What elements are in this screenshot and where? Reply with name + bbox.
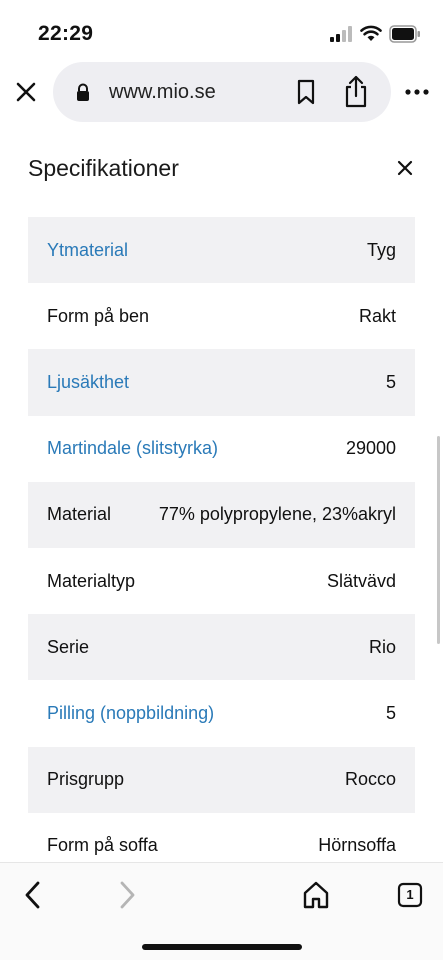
bottom-toolbar: 1: [0, 862, 443, 960]
browser-toolbar: www.mio.se: [0, 60, 443, 126]
status-time: 22:29: [38, 22, 94, 45]
battery-icon: [389, 25, 420, 43]
spec-row-martindale: Martindale (slitstyrka) 29000: [28, 416, 415, 482]
spec-label: Material: [47, 504, 112, 525]
spec-row-serie: Serie Rio: [28, 614, 415, 681]
url-text: www.mio.se: [109, 81, 216, 103]
home-icon[interactable]: [302, 880, 330, 910]
spec-value: 5: [385, 371, 396, 392]
spec-value: 77% polypropylene, 23%akryl: [158, 504, 396, 525]
spec-row-pilling: Pilling (noppbildning) 5: [28, 680, 415, 746]
close-icon[interactable]: [12, 78, 40, 106]
spec-label[interactable]: Pilling (noppbildning): [47, 703, 214, 724]
spec-value: 29000: [345, 438, 396, 459]
more-icon[interactable]: [404, 88, 430, 96]
bookmark-icon[interactable]: [295, 79, 317, 105]
spec-value: 5: [385, 702, 396, 723]
spec-label: Materialtyp: [47, 570, 136, 591]
spec-label: Form på ben: [47, 305, 150, 326]
status-bar: 22:29: [0, 0, 443, 60]
tabs-icon[interactable]: 1: [397, 882, 423, 908]
wifi-icon: [360, 25, 382, 41]
spec-label: Prisgrupp: [47, 769, 125, 790]
spec-value: Hörnsoffa: [318, 835, 396, 856]
spec-row-material: Material 77% polypropylene, 23%akryl: [28, 481, 415, 548]
spec-row-prisgrupp: Prisgrupp Rocco: [28, 746, 415, 813]
forward-icon[interactable]: [116, 880, 138, 910]
spec-label: Serie: [47, 636, 90, 657]
spec-value: Rakt: [358, 305, 396, 326]
lock-icon: [77, 83, 89, 101]
spec-label: Form på soffa: [47, 835, 158, 856]
panel-title: Specifikationer: [28, 155, 179, 181]
spec-value: Tyg: [366, 239, 396, 260]
home-indicator: [142, 944, 302, 950]
spec-value: Rio: [368, 636, 396, 657]
spec-label[interactable]: Ytmaterial: [47, 240, 128, 261]
spec-row-ljusakthet: Ljusäkthet 5: [28, 349, 415, 416]
spec-row-ytmaterial: Ytmaterial Tyg: [28, 217, 415, 284]
spec-row-form-pa-ben: Form på ben Rakt: [28, 283, 415, 349]
spec-row-materialtyp: Materialtyp Slätvävd: [28, 548, 415, 614]
share-icon[interactable]: [343, 74, 369, 108]
signal-icon: [330, 26, 352, 42]
spec-value: Slätvävd: [326, 570, 396, 591]
scrollbar[interactable]: [437, 436, 440, 644]
spec-label[interactable]: Martindale (slitstyrka): [47, 438, 218, 459]
spec-label[interactable]: Ljusäkthet: [47, 372, 129, 393]
address-bar[interactable]: www.mio.se: [53, 62, 391, 122]
panel-close-icon[interactable]: [395, 158, 415, 178]
tab-count: 1: [406, 887, 414, 902]
back-icon[interactable]: [22, 880, 44, 910]
spec-value: Rocco: [344, 769, 396, 790]
spec-list: Ytmaterial Tyg Form på ben Rakt Ljusäkth…: [28, 217, 415, 879]
